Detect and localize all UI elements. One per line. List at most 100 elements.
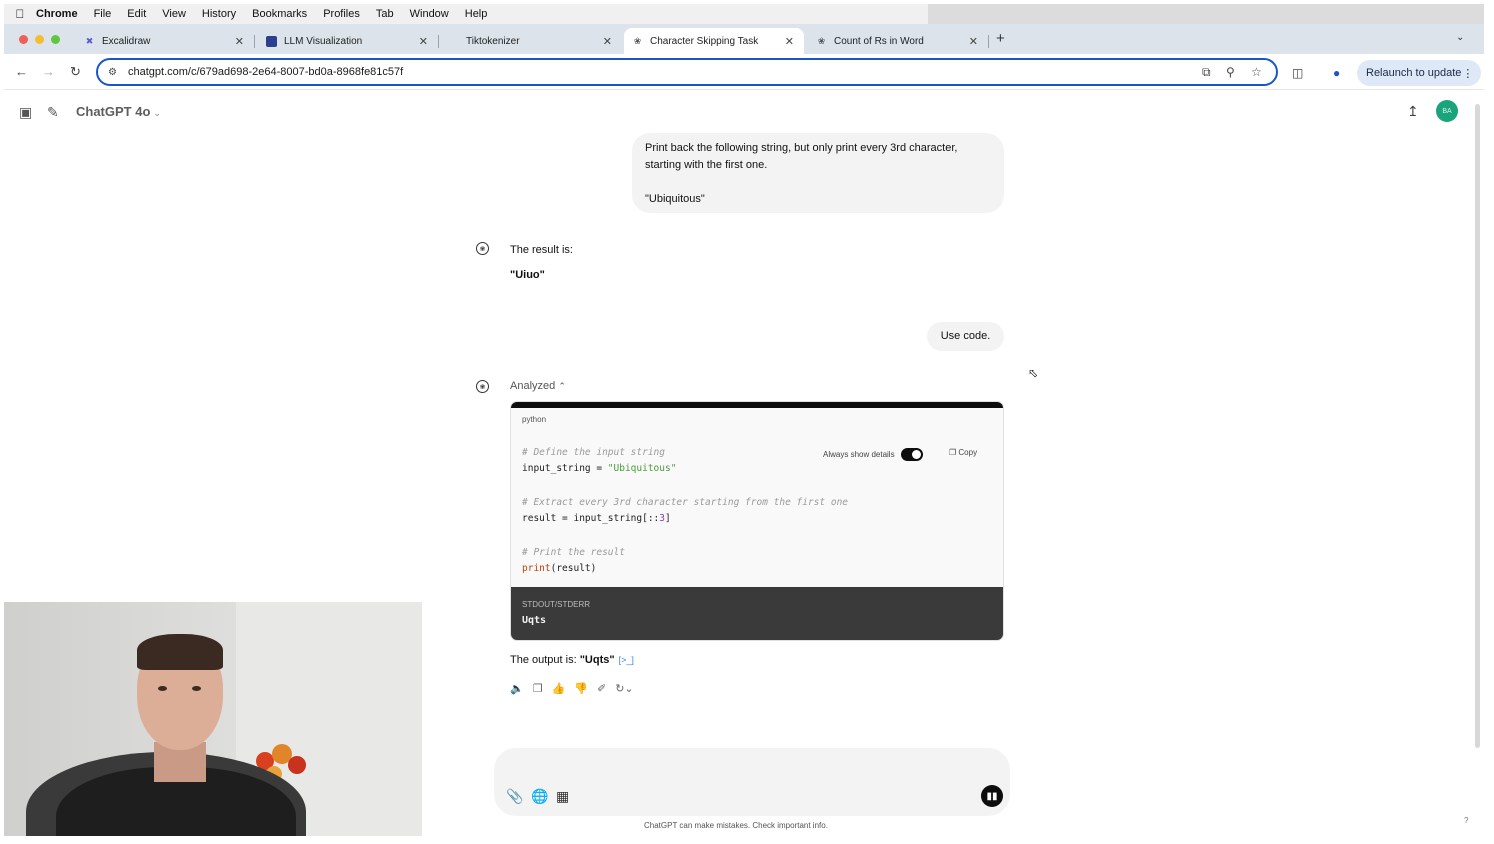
code-line: # Define the input string: [522, 447, 665, 458]
code-function: print: [522, 563, 551, 574]
person-eye: [158, 686, 167, 691]
user-message-line: starting with the first one.: [645, 159, 768, 171]
copy-message-icon[interactable]: ❐: [533, 682, 543, 695]
avatar[interactable]: BA: [1436, 100, 1458, 122]
chatgpt-logo-icon: ❀: [476, 242, 489, 255]
output-value: "Uqts": [579, 654, 615, 666]
output-prefix: The output is:: [510, 654, 580, 666]
attach-icon[interactable]: 📎: [506, 788, 523, 805]
tab-count-of-rs[interactable]: ❀ Count of Rs in Word ✕: [808, 28, 989, 54]
close-tab-icon[interactable]: ✕: [419, 35, 428, 48]
tab-character-skipping-task[interactable]: ❀ Character Skipping Task ✕: [624, 28, 804, 54]
share-icon[interactable]: ↥: [1407, 103, 1419, 120]
tab-title: Count of Rs in Word: [834, 35, 924, 47]
tab-title: Excalidraw: [102, 35, 151, 47]
close-tab-icon[interactable]: ✕: [969, 35, 978, 48]
details-toggle[interactable]: [900, 448, 923, 461]
thumbs-up-icon[interactable]: 👍: [552, 682, 566, 695]
profile-icon[interactable]: ●: [1333, 66, 1340, 80]
close-window-button[interactable]: [19, 35, 28, 44]
copy-code-button[interactable]: ❐ Copy: [949, 448, 977, 457]
help-button[interactable]: ?: [1464, 816, 1468, 825]
menu-chrome[interactable]: Chrome: [36, 8, 78, 20]
tab-excalidraw[interactable]: ✖ Excalidraw ✕: [76, 28, 255, 54]
zoom-icon[interactable]: ⚲: [1226, 65, 1235, 79]
edit-canvas-icon[interactable]: ✐: [597, 682, 606, 695]
llm-viz-icon: [266, 35, 277, 47]
code-comment: # Define the input string: [522, 447, 665, 458]
site-settings-icon[interactable]: ⚙: [108, 67, 122, 78]
zoom-window-button[interactable]: [51, 35, 60, 44]
apple-icon[interactable]: : [4, 7, 36, 21]
tab-separator: [254, 35, 255, 48]
menu-edit[interactable]: Edit: [127, 8, 146, 20]
close-tab-icon[interactable]: ✕: [785, 35, 794, 48]
menu-tab[interactable]: Tab: [376, 8, 394, 20]
back-arrow-icon[interactable]: ←: [15, 64, 28, 79]
person-hair: [137, 634, 223, 670]
tab-search-chevron-icon[interactable]: ⌄: [1456, 32, 1464, 43]
assistant-message-text: The result is:: [510, 244, 573, 256]
assistant-output-text: The output is: "Uqts" [>_]: [510, 654, 634, 666]
model-name: ChatGPT 4o: [76, 104, 151, 119]
close-tab-icon[interactable]: ✕: [603, 35, 612, 48]
code-token: result = input_string[::: [522, 513, 660, 524]
message-composer[interactable]: 📎 🌐 ▦ ▮▮: [494, 748, 1010, 816]
menu-profiles[interactable]: Profiles: [323, 8, 360, 20]
tools-icon[interactable]: ▦: [556, 788, 569, 805]
extensions-icon[interactable]: ◫: [1292, 66, 1303, 80]
user-message-line: "Ubiquitous": [645, 193, 705, 205]
copy-label: Copy: [958, 448, 978, 457]
chevron-up-icon: ⌃: [558, 381, 566, 391]
tab-strip: ✖ Excalidraw ✕ LLM Visualization ✕ Tikto…: [4, 24, 1484, 54]
menu-view[interactable]: View: [162, 8, 186, 20]
code-string: "Ubiquitous": [607, 463, 677, 474]
kebab-menu-icon[interactable]: ⋮: [1462, 67, 1473, 80]
menu-history[interactable]: History: [202, 8, 236, 20]
menu-window[interactable]: Window: [410, 8, 449, 20]
webcam-overlay: [4, 602, 422, 836]
thumbs-down-icon[interactable]: 👎: [574, 682, 588, 695]
message-actions: 🔈 ❐ 👍 👎 ✐ ↻⌄: [510, 682, 634, 695]
tab-llm-visualization[interactable]: LLM Visualization ✕: [258, 28, 439, 54]
regenerate-icon[interactable]: ↻⌄: [615, 682, 633, 695]
relaunch-label: Relaunch to update: [1366, 67, 1462, 79]
analyzed-toggle[interactable]: Analyzed ⌃: [510, 380, 566, 392]
model-selector[interactable]: ChatGPT 4o ⌄: [76, 104, 161, 119]
globe-search-icon[interactable]: 🌐: [531, 788, 548, 805]
voice-mode-button[interactable]: ▮▮: [981, 785, 1003, 807]
tab-tiktokenizer[interactable]: Tiktokenizer ✕: [444, 28, 622, 54]
open-in-app-icon[interactable]: ⧉: [1202, 65, 1211, 80]
tab-title: Character Skipping Task: [650, 35, 759, 47]
new-chat-icon[interactable]: ✎: [47, 104, 59, 121]
stdout-panel: STDOUT/STDERR Uqts: [511, 587, 1003, 640]
minimize-window-button[interactable]: [35, 35, 44, 44]
chatgpt-icon: ❀: [817, 35, 826, 46]
close-tab-icon[interactable]: ✕: [235, 35, 244, 48]
reload-icon[interactable]: ↻: [70, 64, 81, 80]
stdout-label: STDOUT/STDERR: [522, 600, 590, 609]
window-controls: [19, 35, 60, 44]
code-block: python Always show details ❐ Copy # Defi…: [510, 401, 1004, 641]
menu-bookmarks[interactable]: Bookmarks: [252, 8, 307, 20]
address-bar[interactable]: ⚙ chatgpt.com/c/679ad698-2e64-8007-bd0a-…: [96, 58, 1278, 86]
new-tab-button[interactable]: +: [996, 30, 1005, 47]
always-show-details[interactable]: Always show details: [823, 448, 923, 461]
relaunch-button[interactable]: Relaunch to update ⋮: [1357, 60, 1482, 86]
menu-help[interactable]: Help: [465, 8, 488, 20]
menu-file[interactable]: File: [94, 8, 112, 20]
mac-menubar:  Chrome File Edit View History Bookmark…: [4, 4, 928, 24]
bookmark-star-icon[interactable]: ☆: [1251, 65, 1262, 79]
waveform-icon: ▮▮: [986, 790, 998, 802]
person-eye: [192, 686, 201, 691]
always-show-details-label: Always show details: [823, 450, 895, 459]
user-message: Use code.: [927, 322, 1004, 351]
chatgpt-icon: ❀: [633, 35, 642, 46]
url-text[interactable]: chatgpt.com/c/679ad698-2e64-8007-bd0a-89…: [128, 66, 403, 78]
forward-arrow-icon[interactable]: →: [42, 64, 55, 79]
read-aloud-icon[interactable]: 🔈: [510, 682, 524, 695]
view-code-icon[interactable]: [>_]: [619, 655, 634, 665]
sidebar-toggle-icon[interactable]: ▣: [19, 104, 32, 121]
code-token: input_string =: [522, 463, 608, 474]
page-scrollbar[interactable]: [1475, 104, 1480, 748]
